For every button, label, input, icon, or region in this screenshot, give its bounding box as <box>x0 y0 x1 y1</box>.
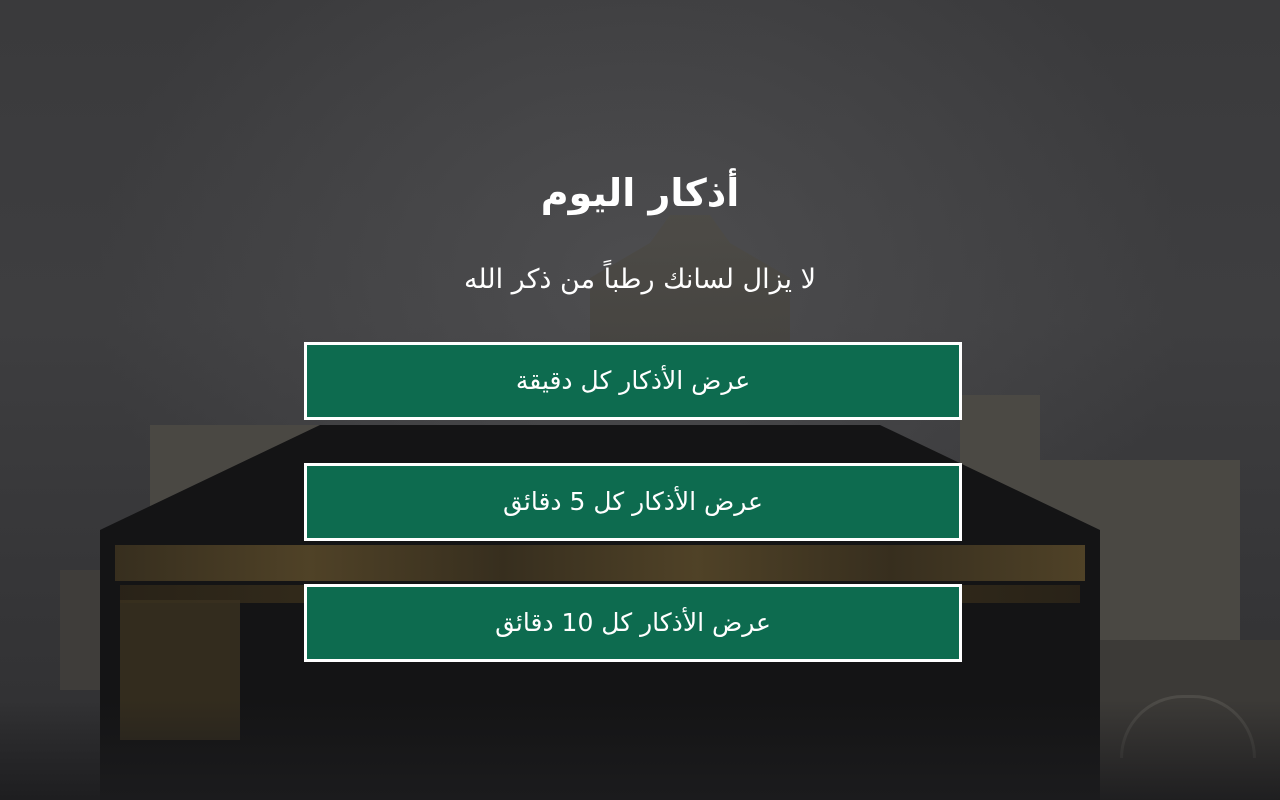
page-subtitle: لا يزال لسانك رطباً من ذكر الله <box>463 264 817 295</box>
show-every-10-minutes-button[interactable]: عرض الأذكار كل 10 دقائق <box>304 584 962 662</box>
main-content: أذكار اليوم لا يزال لسانك رطباً من ذكر ا… <box>0 0 1280 800</box>
show-every-5-minutes-button[interactable]: عرض الأذكار كل 5 دقائق <box>304 463 962 541</box>
app-page: أذكار اليوم لا يزال لسانك رطباً من ذكر ا… <box>0 0 1280 800</box>
page-title: أذكار اليوم <box>540 171 740 215</box>
show-every-minute-button[interactable]: عرض الأذكار كل دقيقة <box>304 342 962 420</box>
